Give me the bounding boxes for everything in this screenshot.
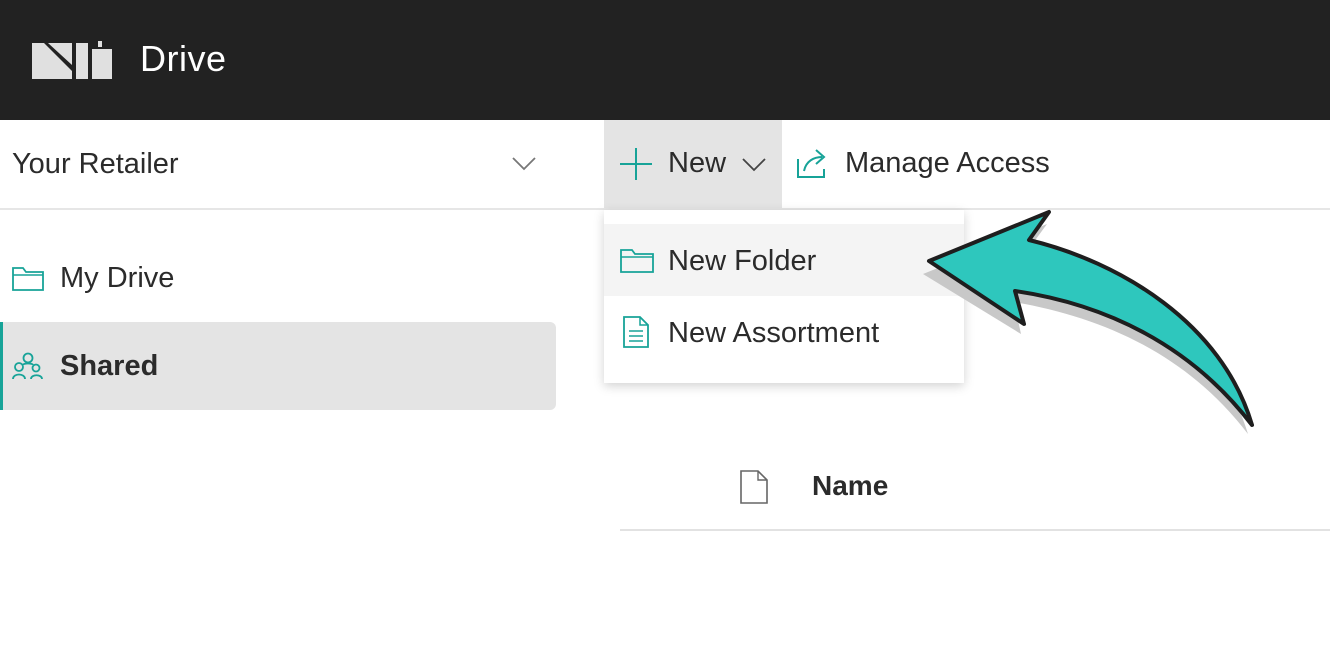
sidebar-item-label: My Drive	[60, 262, 175, 294]
folder-icon	[12, 267, 44, 291]
annotation-arrow-icon	[923, 210, 1254, 434]
table-header: Name	[620, 450, 1330, 532]
folder-icon	[620, 249, 654, 273]
document-icon	[623, 316, 649, 348]
retailer-select[interactable]: Your Retailer	[0, 126, 560, 208]
users-icon	[12, 352, 43, 380]
new-button[interactable]: New	[604, 120, 782, 208]
sidebar-item-shared[interactable]: Shared	[0, 322, 556, 410]
manage-access-label: Manage Access	[845, 147, 1050, 179]
top-bar: Drive	[0, 0, 1330, 120]
sidebar-item-label: Shared	[60, 350, 159, 382]
sidebar-item-my-drive[interactable]: My Drive	[0, 234, 556, 322]
share-icon	[797, 149, 826, 178]
retailer-select-value: Your Retailer	[12, 148, 179, 180]
plus-icon	[620, 148, 652, 180]
file-icon	[740, 470, 768, 504]
column-header-name[interactable]: Name	[812, 470, 888, 502]
menu-item-label: New Assortment	[668, 317, 880, 349]
menu-item-label: New Folder	[668, 245, 817, 277]
nuorder-logo-icon[interactable]	[32, 41, 112, 81]
chevron-down-icon	[512, 157, 536, 171]
new-button-label: New	[668, 147, 727, 179]
app-title: Drive	[140, 38, 227, 79]
chevron-down-icon	[742, 158, 766, 172]
manage-access-button[interactable]: Manage Access	[794, 120, 1054, 208]
table-header-divider	[620, 529, 1330, 531]
